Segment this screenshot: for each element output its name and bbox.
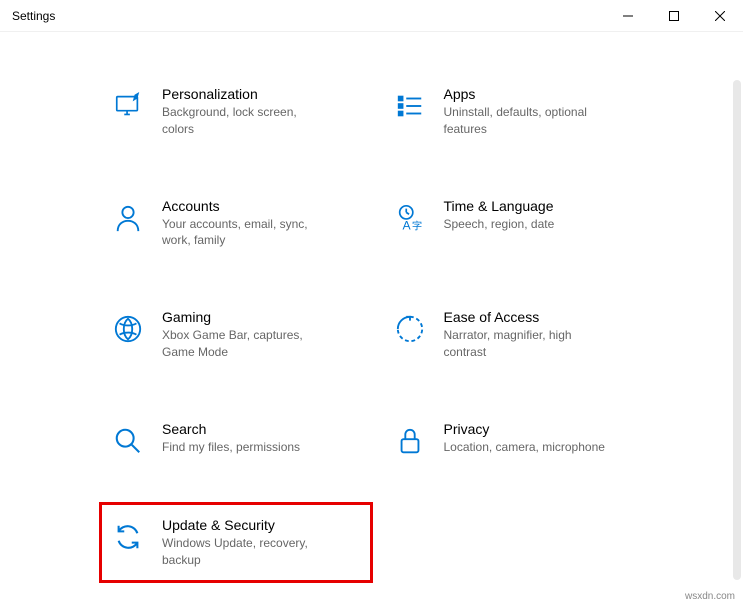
update-security-icon [112, 521, 144, 553]
category-desc: Your accounts, email, sync, work, family [162, 216, 332, 250]
category-title: Update & Security [162, 517, 360, 533]
gaming-icon [112, 313, 144, 345]
svg-text:字: 字 [411, 219, 421, 232]
category-title: Apps [444, 86, 642, 102]
personalization-icon [112, 90, 144, 122]
category-apps[interactable]: Apps Uninstall, defaults, optional featu… [392, 82, 644, 142]
time-language-icon: A 字 [394, 202, 426, 234]
category-update-security[interactable]: Update & Security Windows Update, recove… [110, 513, 362, 573]
maximize-button[interactable] [651, 0, 697, 32]
apps-icon [394, 90, 426, 122]
close-button[interactable] [697, 0, 743, 32]
category-title: Time & Language [444, 198, 642, 214]
svg-text:A: A [402, 218, 411, 232]
vertical-scrollbar[interactable] [733, 80, 741, 580]
accounts-icon [112, 202, 144, 234]
ease-of-access-icon [394, 313, 426, 345]
category-title: Accounts [162, 198, 360, 214]
category-title: Search [162, 421, 360, 437]
category-desc: Uninstall, defaults, optional features [444, 104, 614, 138]
category-desc: Find my files, permissions [162, 439, 332, 456]
minimize-button[interactable] [605, 0, 651, 32]
category-desc: Background, lock screen, colors [162, 104, 332, 138]
category-desc: Speech, region, date [444, 216, 614, 233]
category-title: Gaming [162, 309, 360, 325]
category-gaming[interactable]: Gaming Xbox Game Bar, captures, Game Mod… [110, 305, 362, 365]
settings-categories-grid: Personalization Background, lock screen,… [0, 32, 743, 592]
window-title: Settings [12, 9, 55, 23]
category-title: Personalization [162, 86, 360, 102]
category-desc: Xbox Game Bar, captures, Game Mode [162, 327, 332, 361]
window-controls [605, 0, 743, 32]
category-desc: Narrator, magnifier, high contrast [444, 327, 614, 361]
category-personalization[interactable]: Personalization Background, lock screen,… [110, 82, 362, 142]
category-time-language[interactable]: A 字 Time & Language Speech, region, date [392, 194, 644, 254]
category-title: Privacy [444, 421, 642, 437]
category-privacy[interactable]: Privacy Location, camera, microphone [392, 417, 644, 461]
category-desc: Location, camera, microphone [444, 439, 614, 456]
watermark: wsxdn.com [685, 591, 735, 602]
category-search[interactable]: Search Find my files, permissions [110, 417, 362, 461]
category-desc: Windows Update, recovery, backup [162, 535, 332, 569]
category-accounts[interactable]: Accounts Your accounts, email, sync, wor… [110, 194, 362, 254]
search-icon [112, 425, 144, 457]
category-title: Ease of Access [444, 309, 642, 325]
privacy-icon [394, 425, 426, 457]
category-ease-of-access[interactable]: Ease of Access Narrator, magnifier, high… [392, 305, 644, 365]
